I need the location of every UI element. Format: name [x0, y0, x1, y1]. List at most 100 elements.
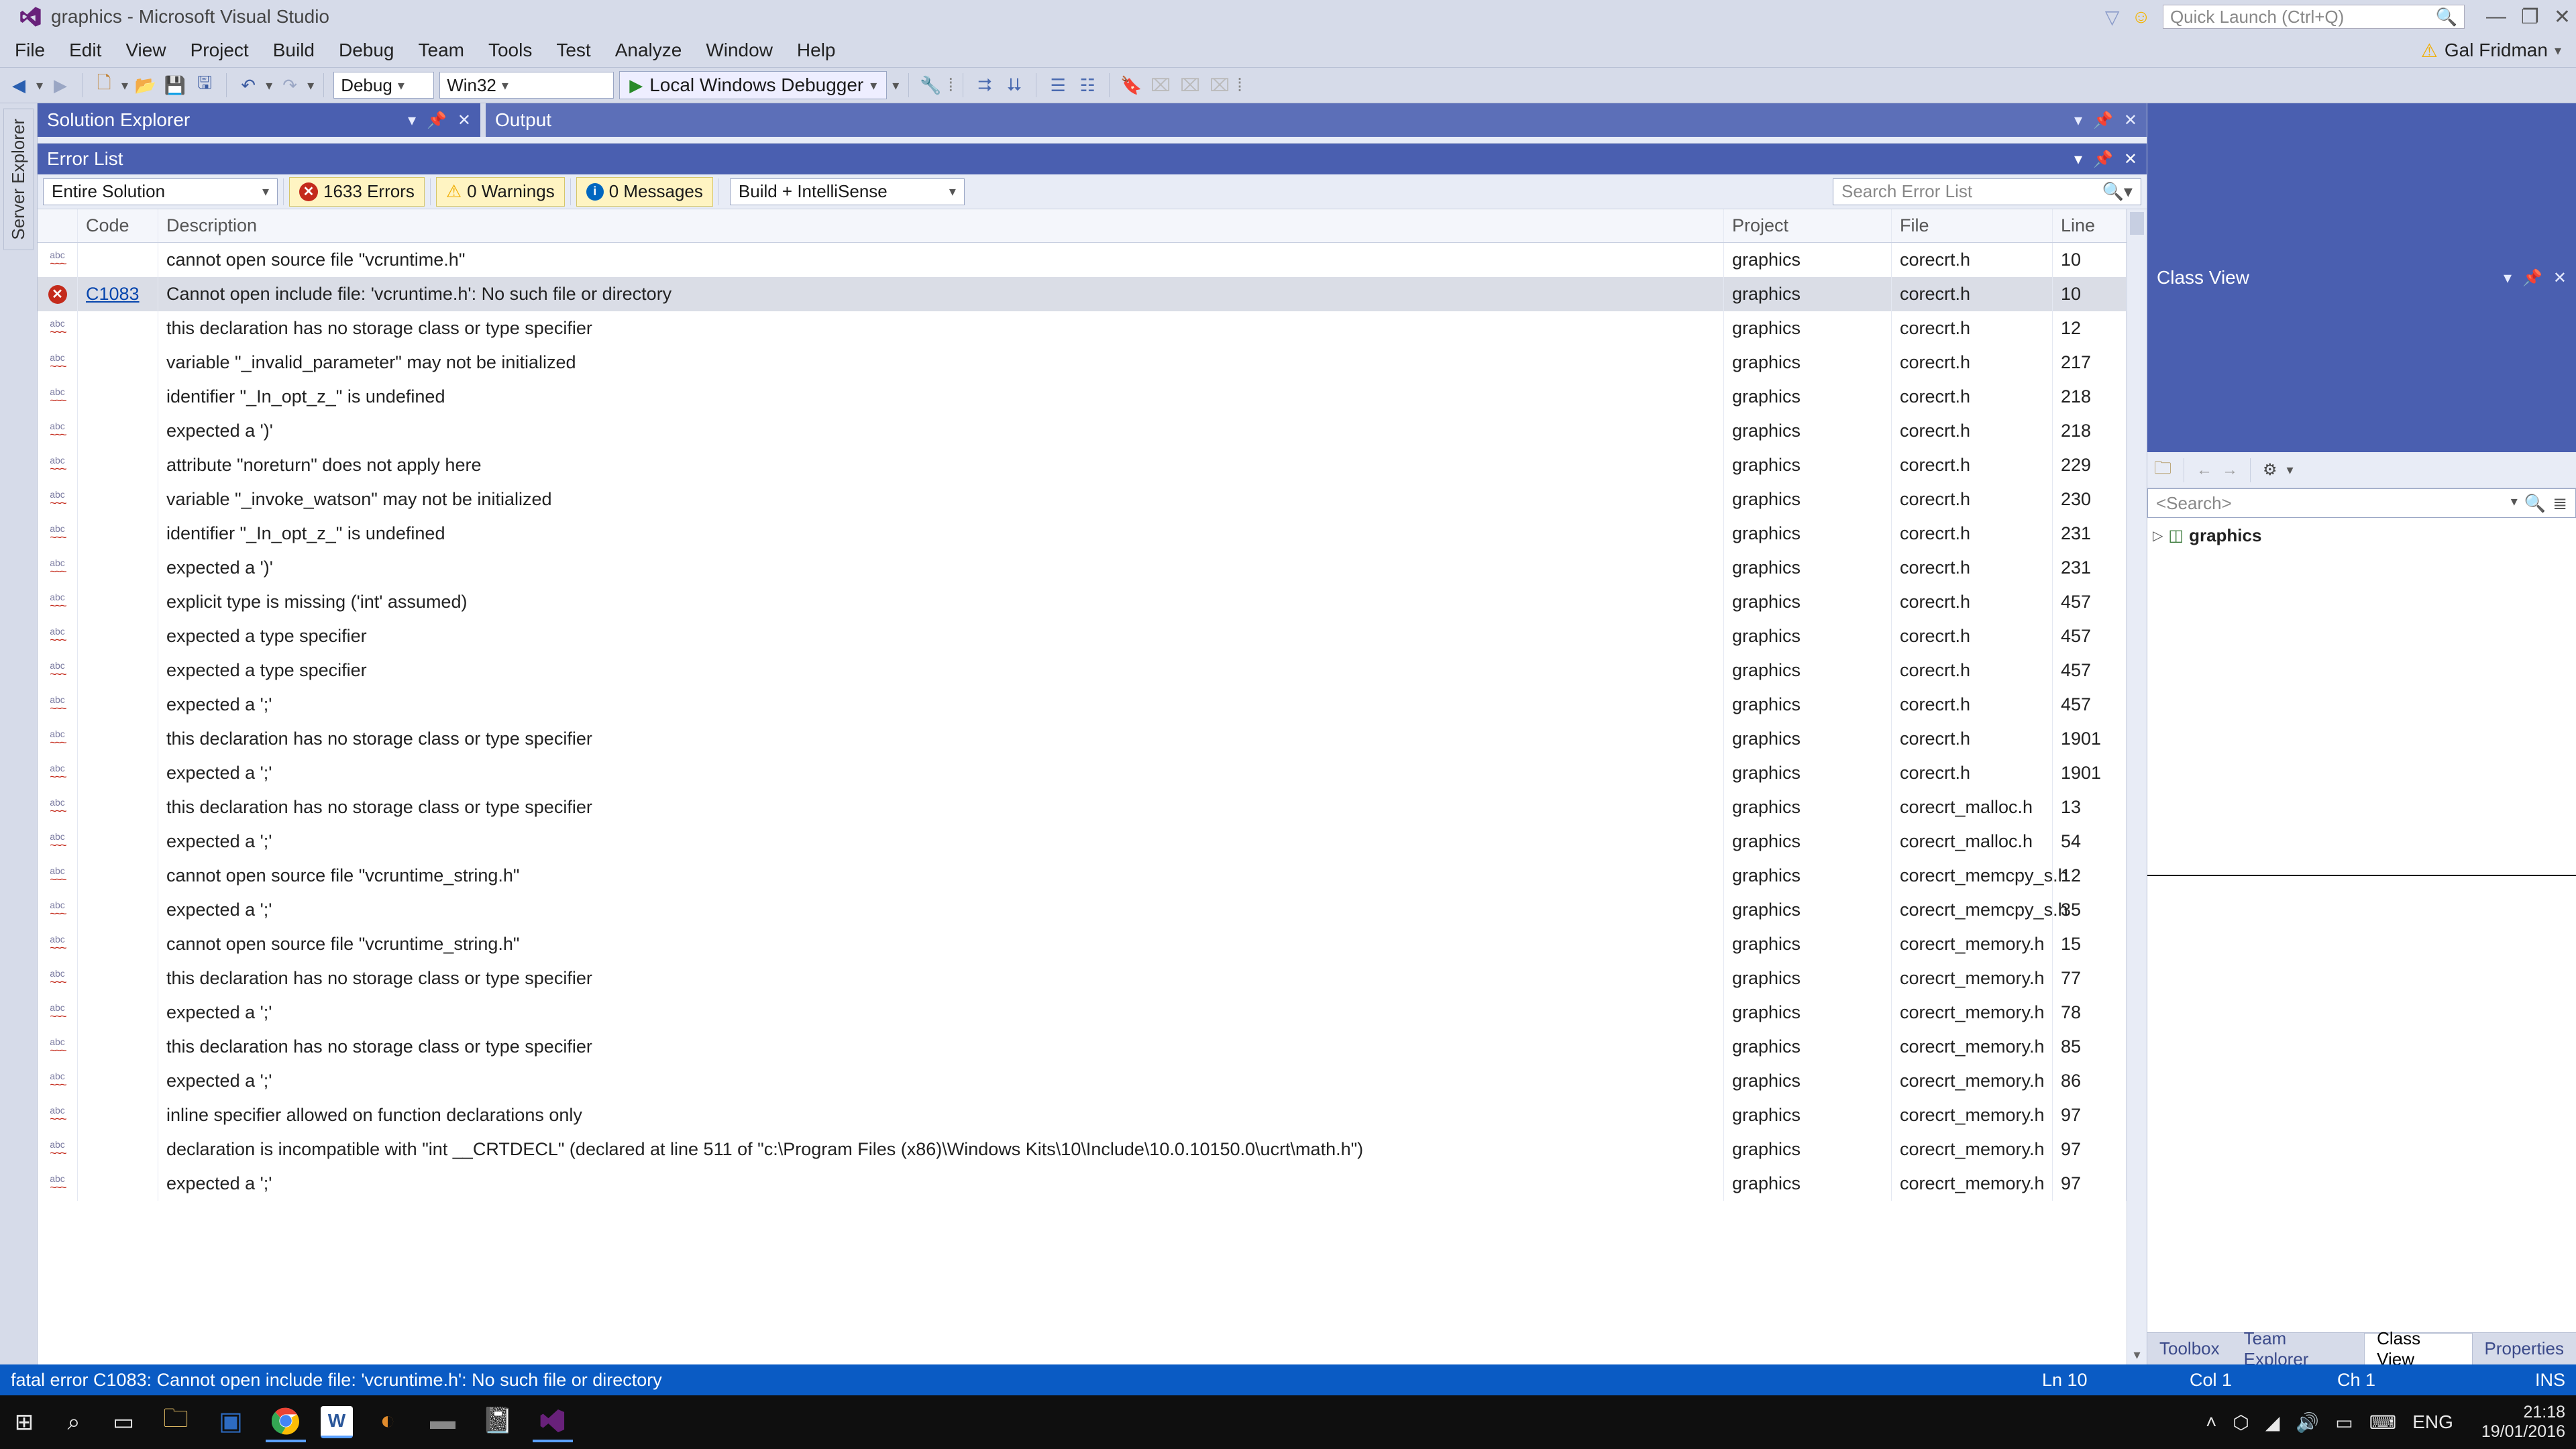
menu-project[interactable]: Project: [191, 40, 249, 61]
table-row[interactable]: abc~~~expected a ';'graphicscorecrt_memo…: [38, 1167, 2127, 1201]
pin-icon[interactable]: 📌: [427, 111, 447, 130]
clear-icon[interactable]: ≣: [2553, 493, 2567, 514]
start-debug-button[interactable]: ▶ Local Windows Debugger ▾: [619, 71, 887, 99]
config-combo[interactable]: Debug▾: [333, 72, 434, 99]
menu-tools[interactable]: Tools: [488, 40, 532, 61]
menu-debug[interactable]: Debug: [339, 40, 394, 61]
menu-test[interactable]: Test: [556, 40, 590, 61]
table-row[interactable]: abc~~~variable "_invalid_parameter" may …: [38, 345, 2127, 380]
settings-icon[interactable]: ⚙: [2263, 460, 2277, 480]
class-view-search[interactable]: <Search> ▾🔍≣: [2147, 488, 2576, 518]
uncomment-icon[interactable]: ☷: [1075, 73, 1099, 97]
table-row[interactable]: abc~~~expected a type specifiergraphicsc…: [38, 619, 2127, 653]
search-icon[interactable]: ⌕: [56, 1405, 91, 1440]
table-row[interactable]: abc~~~declaration is incompatible with "…: [38, 1132, 2127, 1167]
pin-icon[interactable]: 📌: [2093, 111, 2113, 130]
expand-icon[interactable]: ▷: [2153, 527, 2163, 544]
app-word[interactable]: W: [321, 1406, 353, 1438]
tray-chevron-icon[interactable]: ˄: [2206, 1411, 2216, 1433]
tray-action-icon[interactable]: ▭: [2335, 1411, 2353, 1434]
table-row[interactable]: ✕C1083Cannot open include file: 'vcrunti…: [38, 277, 2127, 311]
maximize-icon[interactable]: ❐: [2521, 5, 2539, 29]
server-explorer-tab[interactable]: Server Explorer: [3, 109, 34, 250]
warnings-filter-button[interactable]: ⚠ 0 Warnings: [436, 177, 565, 207]
menu-team[interactable]: Team: [419, 40, 464, 61]
save-all-button[interactable]: 🖫: [193, 73, 217, 97]
table-row[interactable]: abc~~~variable "_invoke_watson" may not …: [38, 482, 2127, 517]
output-tab[interactable]: Output ▾📌✕: [486, 103, 2147, 137]
tray-keyboard-icon[interactable]: ⌨: [2369, 1411, 2396, 1434]
chevron-down-icon[interactable]: ▾: [2074, 150, 2082, 169]
menu-build[interactable]: Build: [273, 40, 315, 61]
quick-launch-input[interactable]: Quick Launch (Ctrl+Q) 🔍: [2163, 5, 2465, 29]
table-row[interactable]: abc~~~cannot open source file "vcruntime…: [38, 859, 2127, 893]
nav-back-button[interactable]: ◀: [7, 73, 31, 97]
open-file-button[interactable]: 📂: [133, 73, 158, 97]
pin-icon[interactable]: 📌: [2522, 268, 2542, 288]
close-icon[interactable]: ✕: [2553, 268, 2567, 288]
table-row[interactable]: abc~~~expected a ')'graphicscorecrt.h231: [38, 551, 2127, 585]
chevron-down-icon[interactable]: ▾: [2074, 111, 2082, 130]
tab-team-explorer[interactable]: Team Explorer: [2232, 1333, 2364, 1364]
tray-clock[interactable]: 21:18 19/01/2016: [2481, 1403, 2565, 1442]
col-code[interactable]: Code: [78, 209, 158, 242]
tab-properties[interactable]: Properties: [2473, 1333, 2576, 1364]
app-other-2[interactable]: ▬: [423, 1402, 463, 1442]
table-row[interactable]: abc~~~this declaration has no storage cl…: [38, 1030, 2127, 1064]
search-error-list-input[interactable]: Search Error List 🔍▾: [1833, 178, 2141, 205]
vertical-scrollbar[interactable]: ▾: [2127, 209, 2147, 1364]
menu-view[interactable]: View: [125, 40, 166, 61]
start-icon[interactable]: ⊞: [7, 1405, 42, 1440]
col-file[interactable]: File: [1892, 209, 2053, 242]
signed-in-user[interactable]: ⚠ Gal Fridman ▾: [2421, 40, 2561, 62]
app-chrome[interactable]: [266, 1402, 306, 1442]
table-row[interactable]: abc~~~expected a ';'graphicscorecrt_memo…: [38, 1064, 2127, 1098]
tray-wifi-icon[interactable]: ◢: [2265, 1411, 2280, 1434]
tab-class-view[interactable]: Class View: [2364, 1333, 2472, 1364]
close-icon[interactable]: ✕: [2554, 5, 2571, 29]
table-row[interactable]: abc~~~expected a type specifiergraphicsc…: [38, 653, 2127, 688]
messages-filter-button[interactable]: i 0 Messages: [576, 177, 713, 207]
menu-file[interactable]: File: [15, 40, 45, 61]
menu-window[interactable]: Window: [706, 40, 773, 61]
error-list-tab[interactable]: Error List ▾📌✕: [38, 144, 2147, 174]
chevron-down-icon[interactable]: ▾: [408, 111, 416, 130]
app-powershell[interactable]: ▣: [211, 1402, 251, 1442]
chevron-down-icon[interactable]: ▾: [2504, 268, 2512, 288]
scope-combo[interactable]: Entire Solution▾: [43, 178, 278, 205]
step-into-icon[interactable]: ⮇: [1002, 73, 1026, 97]
bookmark-icon[interactable]: 🔖: [1119, 73, 1143, 97]
close-icon[interactable]: ✕: [458, 111, 471, 130]
task-view-icon[interactable]: ▭: [106, 1405, 141, 1440]
source-combo[interactable]: Build + IntelliSense▾: [730, 178, 965, 205]
tree-node-graphics[interactable]: ▷ ◫ graphics: [2153, 522, 2571, 549]
new-folder-icon[interactable]: 🗀: [2154, 455, 2171, 485]
table-row[interactable]: abc~~~expected a ')'graphicscorecrt.h218: [38, 414, 2127, 448]
table-row[interactable]: abc~~~expected a ';'graphicscorecrt.h190…: [38, 756, 2127, 790]
table-row[interactable]: abc~~~identifier "_In_opt_z_" is undefin…: [38, 517, 2127, 551]
table-row[interactable]: abc~~~identifier "_In_opt_z_" is undefin…: [38, 380, 2127, 414]
tb-misc-1[interactable]: 🔧: [918, 73, 943, 97]
col-project[interactable]: Project: [1724, 209, 1892, 242]
col-line[interactable]: Line: [2053, 209, 2127, 242]
save-button[interactable]: 💾: [163, 73, 187, 97]
feedback-icon[interactable]: ☺: [2131, 6, 2151, 28]
pin-icon[interactable]: 📌: [2093, 150, 2113, 169]
comment-icon[interactable]: ☰: [1046, 73, 1070, 97]
table-row[interactable]: abc~~~explicit type is missing ('int' as…: [38, 585, 2127, 619]
class-view-tab[interactable]: Class View ▾📌✕: [2147, 103, 2576, 452]
close-icon[interactable]: ✕: [2124, 150, 2137, 169]
table-row[interactable]: abc~~~expected a ';'graphicscorecrt_memc…: [38, 893, 2127, 927]
platform-combo[interactable]: Win32▾: [439, 72, 614, 99]
nav-back-icon[interactable]: ←: [2196, 461, 2212, 480]
notifications-icon[interactable]: ▽: [2105, 6, 2120, 28]
class-view-tree[interactable]: ▷ ◫ graphics: [2147, 518, 2576, 875]
nav-fwd-button[interactable]: ▶: [48, 73, 72, 97]
redo-button[interactable]: ↷: [278, 73, 302, 97]
table-row[interactable]: abc~~~expected a ';'graphicscorecrt.h457: [38, 688, 2127, 722]
app-vs[interactable]: [533, 1402, 573, 1442]
table-row[interactable]: abc~~~this declaration has no storage cl…: [38, 311, 2127, 345]
table-row[interactable]: abc~~~this declaration has no storage cl…: [38, 961, 2127, 996]
table-row[interactable]: abc~~~attribute "noreturn" does not appl…: [38, 448, 2127, 482]
table-row[interactable]: abc~~~this declaration has no storage cl…: [38, 722, 2127, 756]
